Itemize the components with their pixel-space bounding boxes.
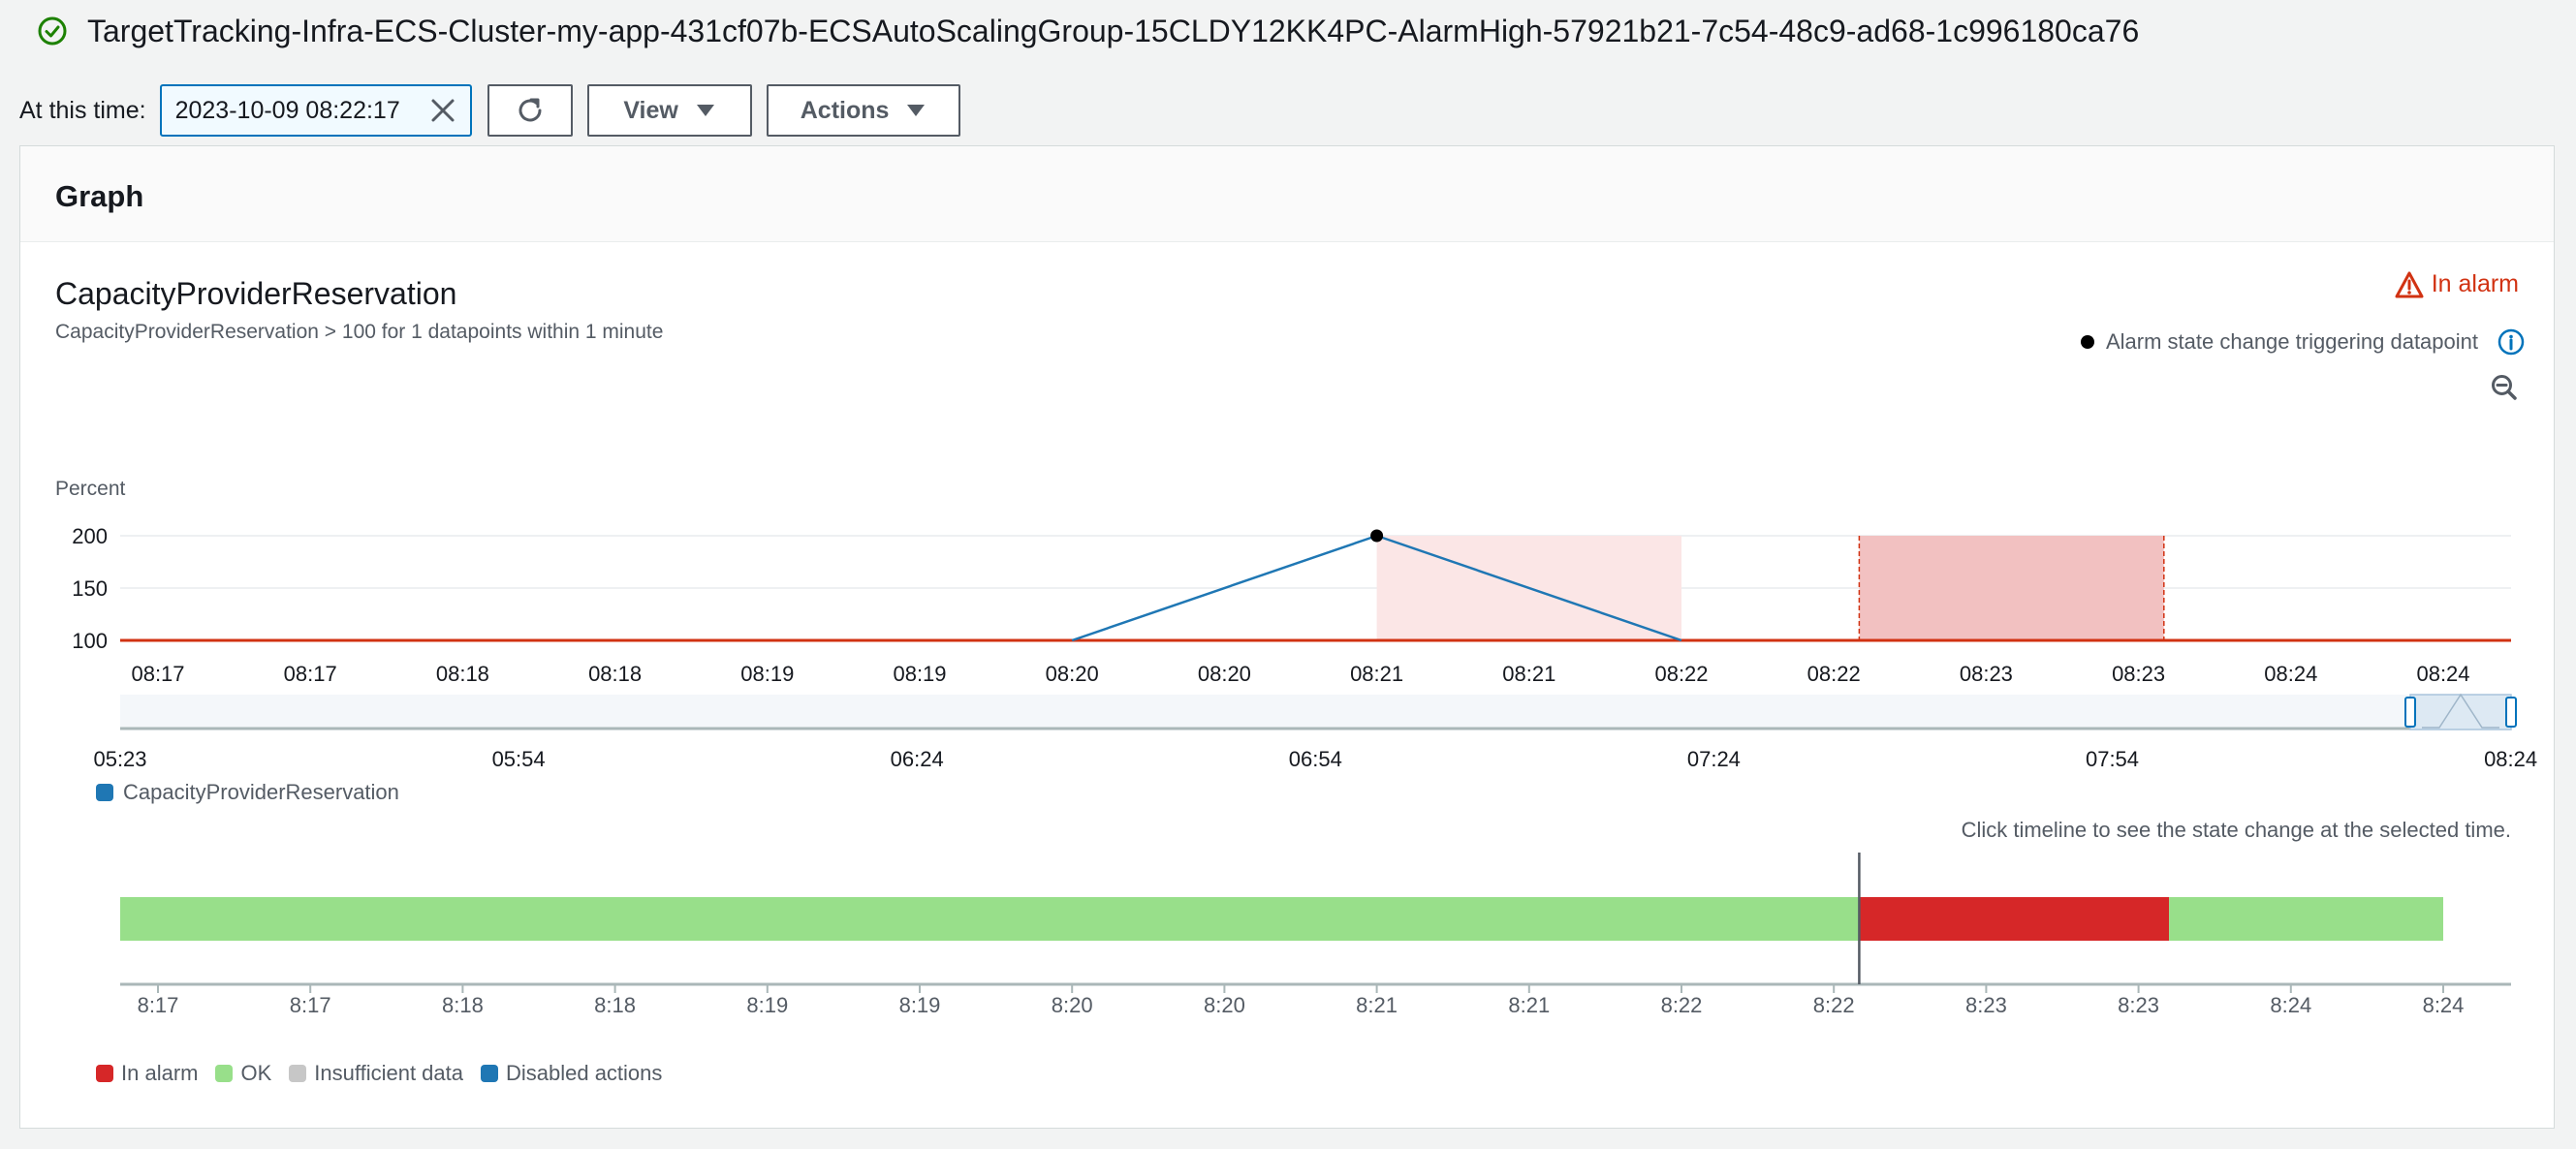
timeline-tick-label: 8:21 xyxy=(1508,993,1550,1017)
timeline-tick-label: 8:22 xyxy=(1661,993,1703,1017)
refresh-button[interactable] xyxy=(487,84,573,137)
at-this-time-label: At this time: xyxy=(19,96,146,124)
view-dropdown-button[interactable]: View xyxy=(586,84,752,137)
timeline-tick-label: 8:24 xyxy=(2270,993,2311,1017)
timeline-tick-label: 8:24 xyxy=(2423,993,2465,1017)
y-tick-label: 100 xyxy=(72,629,108,653)
state-legend: In alarm OK Insufficient data Disabled acti… xyxy=(96,1061,679,1086)
timeline-tick-label: 8:21 xyxy=(1356,993,1398,1017)
state-legend-label: In alarm xyxy=(121,1061,199,1085)
series-swatch xyxy=(96,784,113,801)
x-tick-label: 08:20 xyxy=(1046,662,1099,686)
timeline-tick-label: 8:22 xyxy=(1813,993,1855,1017)
x-tick-label: 08:17 xyxy=(284,662,337,686)
alarm-band-active xyxy=(1859,536,2164,640)
graph-panel: Graph CapacityProviderReservation Capaci… xyxy=(19,145,2555,1129)
state-legend-swatch xyxy=(480,1065,498,1082)
overview-tick-label: 05:54 xyxy=(492,747,546,771)
overview-selection xyxy=(2409,694,2512,730)
x-tick-label: 08:18 xyxy=(436,662,489,686)
timeline-tick-label: 8:18 xyxy=(594,993,636,1017)
state-legend-label: Disabled actions xyxy=(505,1061,663,1085)
view-label: View xyxy=(623,96,678,124)
close-icon xyxy=(431,99,455,122)
overview-tick-label: 05:23 xyxy=(93,747,146,771)
x-tick-label: 08:21 xyxy=(1502,662,1555,686)
overview-tick-label: 08:24 xyxy=(2484,747,2537,771)
refresh-icon xyxy=(518,98,542,122)
toolbar: At this time: 2023-10-09 08:22:17 View A… xyxy=(19,83,975,138)
overview-handle[interactable] xyxy=(2505,697,2517,728)
x-tick-label: 08:24 xyxy=(2416,662,2469,686)
clear-time-button[interactable] xyxy=(416,84,470,137)
state-legend-item: OK xyxy=(215,1061,271,1086)
state-legend-item: Disabled actions xyxy=(480,1061,663,1086)
timeline-tick-label: 8:23 xyxy=(1965,993,2007,1017)
x-tick-label: 08:18 xyxy=(588,662,642,686)
timeline-segment[interactable] xyxy=(2169,897,2443,941)
timeline-segment[interactable] xyxy=(1859,897,2170,941)
overview-handle[interactable] xyxy=(2404,697,2416,728)
x-tick-label: 08:20 xyxy=(1198,662,1251,686)
trigger-datapoint xyxy=(1370,529,1384,543)
timeline-tick-label: 8:18 xyxy=(442,993,484,1017)
state-legend-swatch xyxy=(215,1065,234,1082)
state-legend-label: OK xyxy=(240,1061,272,1085)
caret-down-icon xyxy=(907,105,926,116)
state-legend-item: Insufficient data xyxy=(289,1061,463,1086)
state-legend-item: In alarm xyxy=(96,1061,198,1086)
y-tick-label: 150 xyxy=(72,576,108,601)
overview-tick-label: 06:54 xyxy=(1289,747,1342,771)
timeline-tick-label: 8:23 xyxy=(2118,993,2159,1017)
timeline-tick-label: 8:20 xyxy=(1204,993,1245,1017)
timeline-tick-label: 8:17 xyxy=(138,993,179,1017)
x-tick-label: 08:22 xyxy=(1807,662,1861,686)
time-input-value[interactable]: 2023-10-09 08:22:17 xyxy=(175,97,416,125)
timeline-tick-label: 8:20 xyxy=(1052,993,1093,1017)
timeline-segment[interactable] xyxy=(120,897,1860,941)
time-input[interactable]: 2023-10-09 08:22:17 xyxy=(159,84,472,137)
overview-track xyxy=(120,695,2511,730)
alarm-name: TargetTracking-Infra-ECS-Cluster-my-app-… xyxy=(87,13,2140,48)
timeline-tick-label: 8:19 xyxy=(899,993,941,1017)
series-legend[interactable]: CapacityProviderReservation xyxy=(96,780,399,805)
x-tick-label: 08:21 xyxy=(1350,662,1403,686)
state-legend-label: Insufficient data xyxy=(314,1061,463,1085)
x-tick-label: 08:19 xyxy=(893,662,946,686)
x-tick-label: 08:17 xyxy=(131,662,184,686)
x-tick-label: 08:24 xyxy=(2264,662,2317,686)
actions-label: Actions xyxy=(800,96,890,124)
alarm-title-row: TargetTracking-Infra-ECS-Cluster-my-app-… xyxy=(37,10,2139,52)
actions-dropdown-button[interactable]: Actions xyxy=(766,84,960,137)
overview-tick-label: 07:54 xyxy=(2086,747,2139,771)
metric-chart[interactable]: 200 150 100 08:17 08:17 08:18 08:18 08:19 08:19 0… xyxy=(20,146,2556,1130)
state-legend-swatch xyxy=(289,1065,307,1082)
x-tick-label: 08:23 xyxy=(1960,662,2013,686)
state-legend-swatch xyxy=(96,1065,113,1082)
x-tick-label: 08:23 xyxy=(2112,662,2165,686)
ok-status-icon xyxy=(38,16,67,46)
timeline-tick-label: 8:19 xyxy=(746,993,788,1017)
x-tick-label: 08:19 xyxy=(740,662,794,686)
overview-tick-label: 06:24 xyxy=(891,747,944,771)
caret-down-icon xyxy=(696,105,714,116)
series-legend-label: CapacityProviderReservation xyxy=(123,780,399,804)
overview-tick-label: 07:24 xyxy=(1687,747,1741,771)
x-tick-label: 08:22 xyxy=(1654,662,1708,686)
timeline-hint: Click timeline to see the state change a… xyxy=(1961,818,2511,842)
y-tick-label: 200 xyxy=(72,524,108,548)
timeline-tick-label: 8:17 xyxy=(290,993,331,1017)
